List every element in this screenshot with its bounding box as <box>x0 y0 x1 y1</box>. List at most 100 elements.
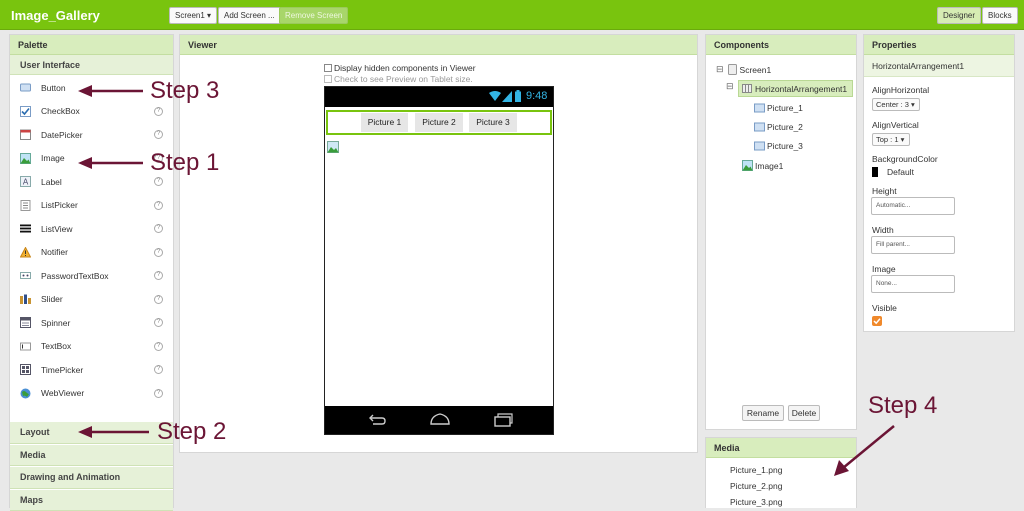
help-icon[interactable]: ? <box>154 107 163 116</box>
palette-item-passwordtextbox[interactable]: PasswordTextBox ? <box>10 264 173 288</box>
spinner-icon <box>20 317 31 328</box>
step-2-label: Step 2 <box>157 418 226 446</box>
help-icon[interactable]: ? <box>154 201 163 210</box>
palette-item-button[interactable]: Button <box>10 76 173 100</box>
help-icon[interactable]: ? <box>154 318 163 327</box>
step-1-label: Step 1 <box>150 149 219 177</box>
palette-item-image[interactable]: Image ? <box>10 147 173 171</box>
designer-button[interactable]: Designer <box>937 7 981 24</box>
media-file-3[interactable]: Picture_3.png <box>730 497 782 507</box>
palette-item-notifier[interactable]: Notifier ? <box>10 241 173 265</box>
height-label: Height <box>872 186 897 196</box>
tree-row-horizontalarrangement1[interactable]: ⊟ <box>726 81 738 92</box>
visible-label: Visible <box>872 303 897 313</box>
palette-item-slider[interactable]: Slider ? <box>10 288 173 312</box>
add-screen-button[interactable]: Add Screen ... <box>218 7 281 24</box>
palette-categories: Layout Media Drawing and Animation Maps <box>10 421 173 511</box>
label-icon: A <box>20 176 31 187</box>
collapse-icon[interactable]: ⊟ <box>726 81 734 92</box>
help-icon[interactable]: ? <box>154 389 163 398</box>
checkbox-icon <box>20 106 31 117</box>
button-component-icon <box>754 122 765 132</box>
palette-list: Button CheckBox ? DatePicker ? Image ? A… <box>10 75 173 405</box>
color-swatch <box>872 167 878 177</box>
category-layout[interactable]: Layout <box>10 421 173 444</box>
webviewer-icon <box>20 388 31 399</box>
image1-placeholder-icon[interactable] <box>327 141 339 153</box>
width-label: Width <box>872 225 894 235</box>
step-3-label: Step 3 <box>150 77 219 105</box>
help-icon[interactable]: ? <box>154 342 163 351</box>
picture-1-button-preview[interactable]: Picture 1 <box>361 113 408 132</box>
tablet-preview-checkbox[interactable] <box>324 75 332 83</box>
arrangement-icon <box>742 84 752 93</box>
screen-select[interactable]: Screen1 ▾ <box>169 7 217 24</box>
screen-icon <box>728 64 737 75</box>
picture-3-button-preview[interactable]: Picture 3 <box>469 113 517 132</box>
collapse-icon[interactable]: ⊟ <box>716 64 724 75</box>
selected-component-highlight[interactable]: HorizontalArrangement1 <box>738 80 853 97</box>
palette-item-spinner[interactable]: Spinner ? <box>10 311 173 335</box>
image-property-input[interactable]: None... <box>871 275 955 293</box>
category-drawing-animation[interactable]: Drawing and Animation <box>10 466 173 489</box>
phone-status-bar: 9:48 <box>325 87 553 107</box>
help-icon[interactable]: ? <box>154 177 163 186</box>
media-title: Media <box>706 438 856 458</box>
display-hidden-row: Display hidden components in Viewer <box>324 63 476 73</box>
password-icon <box>20 270 31 281</box>
slider-icon <box>20 294 31 305</box>
help-icon[interactable]: ? <box>154 130 163 139</box>
signal-icon <box>502 91 512 102</box>
height-input[interactable]: Automatic... <box>871 197 955 215</box>
phone-nav-bar <box>325 406 553 434</box>
palette-item-checkbox[interactable]: CheckBox ? <box>10 100 173 124</box>
tree-row-picture2[interactable]: Picture_2 <box>754 122 803 132</box>
help-icon[interactable]: ? <box>154 224 163 233</box>
palette-item-datepicker[interactable]: DatePicker ? <box>10 123 173 147</box>
picture-2-button-preview[interactable]: Picture 2 <box>415 113 463 132</box>
remove-screen-button[interactable]: Remove Screen <box>279 7 348 24</box>
media-file-1[interactable]: Picture_1.png <box>730 465 782 475</box>
palette-item-listpicker[interactable]: ListPicker ? <box>10 194 173 218</box>
tree-row-picture3[interactable]: Picture_3 <box>754 141 803 151</box>
image-property-label: Image <box>872 264 896 274</box>
status-time: 9:48 <box>526 90 547 102</box>
background-color-label: BackgroundColor <box>872 154 938 164</box>
wifi-icon <box>489 91 501 102</box>
rename-button[interactable]: Rename <box>742 405 784 421</box>
help-icon[interactable]: ? <box>154 295 163 304</box>
palette-item-textbox[interactable]: TextBox ? <box>10 335 173 359</box>
selected-component-name: HorizontalArrangement1 <box>864 55 1014 77</box>
media-file-2[interactable]: Picture_2.png <box>730 481 782 491</box>
tree-row-picture1[interactable]: Picture_1 <box>754 103 803 113</box>
palette-item-webviewer[interactable]: WebViewer ? <box>10 382 173 406</box>
timepicker-icon <box>20 364 31 375</box>
palette-section-user-interface[interactable]: User Interface <box>10 55 173 75</box>
display-hidden-checkbox[interactable] <box>324 64 332 72</box>
recents-icon[interactable] <box>493 413 513 427</box>
delete-button[interactable]: Delete <box>788 405 820 421</box>
home-icon[interactable] <box>429 412 451 426</box>
listpicker-icon <box>20 200 31 211</box>
blocks-button[interactable]: Blocks <box>982 7 1018 24</box>
visible-checkbox[interactable] <box>872 316 882 326</box>
palette-item-timepicker[interactable]: TimePicker ? <box>10 358 173 382</box>
image-component-icon <box>742 160 753 171</box>
palette-item-label[interactable]: A Label ? <box>10 170 173 194</box>
help-icon[interactable]: ? <box>154 271 163 280</box>
components-title: Components <box>706 35 856 55</box>
help-icon[interactable]: ? <box>154 248 163 257</box>
back-icon[interactable] <box>367 414 387 426</box>
align-vertical-select[interactable]: Top : 1 ▾ <box>872 133 910 146</box>
palette-panel: Palette User Interface Button CheckBox ?… <box>9 34 174 508</box>
width-input[interactable]: Fill parent... <box>871 236 955 254</box>
help-icon[interactable]: ? <box>154 365 163 374</box>
tree-row-screen1[interactable]: ⊟ Screen1 <box>716 64 771 75</box>
palette-title: Palette <box>10 35 173 55</box>
background-color-picker[interactable]: Default <box>872 167 914 177</box>
align-horizontal-select[interactable]: Center : 3 ▾ <box>872 98 920 111</box>
palette-item-listview[interactable]: ListView ? <box>10 217 173 241</box>
tree-row-image1[interactable]: Image1 <box>742 160 783 171</box>
category-media[interactable]: Media <box>10 444 173 467</box>
step-4-label: Step 4 <box>868 392 937 420</box>
